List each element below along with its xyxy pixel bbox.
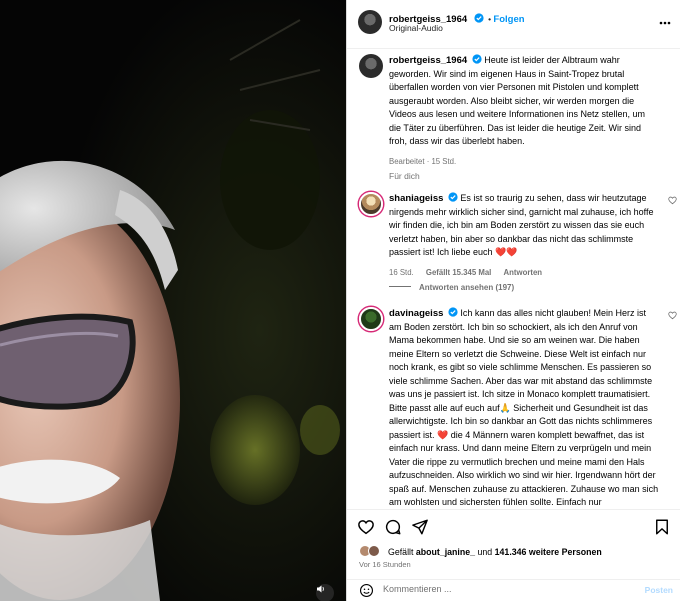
bookmark-icon[interactable] xyxy=(653,518,671,536)
more-options-button[interactable] xyxy=(659,12,671,28)
verified-badge-icon xyxy=(448,192,458,202)
post-modal: robertgeiss_1964 • Folgen Original-Audio xyxy=(0,0,680,601)
avatar[interactable] xyxy=(359,192,383,216)
video-frame xyxy=(0,0,346,601)
verified-badge-icon xyxy=(448,307,458,317)
caption-username[interactable]: robertgeiss_1964 xyxy=(389,55,467,66)
caption-meta: Bearbeitet · 15 Std. xyxy=(389,156,457,166)
reply-button[interactable]: Antworten xyxy=(504,268,543,277)
avatar[interactable] xyxy=(358,10,382,34)
send-icon[interactable] xyxy=(411,518,429,536)
audio-label[interactable]: Original-Audio xyxy=(389,23,443,33)
divider xyxy=(389,286,411,287)
like-comment-icon[interactable] xyxy=(668,196,677,205)
comment-username[interactable]: davinageiss xyxy=(389,308,443,319)
comment-username[interactable]: shaniageiss xyxy=(389,193,443,204)
verified-badge-icon xyxy=(472,54,482,64)
smiley-icon[interactable] xyxy=(359,583,374,598)
comment-composer: Posten xyxy=(347,579,680,601)
post-header: robertgeiss_1964 • Folgen Original-Audio xyxy=(347,0,680,49)
mute-button[interactable] xyxy=(316,584,334,601)
comment-item: davinageiss Ich kann das alles nicht gla… xyxy=(359,307,677,509)
likes-count[interactable]: 141.346 weitere Personen xyxy=(495,547,602,557)
post-time: Vor 16 Stunden xyxy=(359,560,411,569)
comments-list[interactable]: robertgeiss_1964 Heute ist leider der Al… xyxy=(347,49,680,509)
caption-text: Heute ist leider der Albtraum wahr gewor… xyxy=(389,55,645,146)
liker-username[interactable]: about_janine_ xyxy=(416,547,475,557)
comment-time: 16 Std. xyxy=(389,267,414,277)
comment-input[interactable] xyxy=(383,584,613,594)
comment-meta: 16 Std. Gefällt 15.345 Mal Antworten xyxy=(389,266,659,280)
more-horizontal-icon xyxy=(659,21,671,25)
post-side-panel: robertgeiss_1964 • Folgen Original-Audio xyxy=(346,0,680,601)
translation-toggle[interactable]: Für dich xyxy=(389,171,420,181)
like-comment-icon[interactable] xyxy=(668,311,677,320)
comment-text: Ich kann das alles nicht glauben! Mein H… xyxy=(389,308,659,507)
liker-avatars xyxy=(359,545,385,557)
view-replies-button[interactable]: Antworten ansehen (197) xyxy=(389,283,514,292)
comment-item: shaniageiss Es ist so traurig zu sehen, … xyxy=(359,192,677,280)
comment-icon[interactable] xyxy=(384,518,402,536)
avatar[interactable] xyxy=(359,54,383,78)
comment-likes[interactable]: Gefällt 15.345 Mal xyxy=(426,268,491,277)
post-caption: robertgeiss_1964 Heute ist leider der Al… xyxy=(359,54,659,168)
verified-badge-icon xyxy=(474,13,484,23)
video-player[interactable] xyxy=(0,0,346,601)
follow-button[interactable]: Folgen xyxy=(493,14,524,25)
speaker-icon xyxy=(317,585,324,593)
heart-icon[interactable] xyxy=(357,518,375,536)
post-actions: Gefällt about_janine_ und 141.346 weiter… xyxy=(347,509,680,579)
post-comment-button[interactable]: Posten xyxy=(645,585,673,595)
avatar[interactable] xyxy=(359,307,383,331)
likes-summary[interactable]: Gefällt about_janine_ und 141.346 weiter… xyxy=(359,545,602,557)
